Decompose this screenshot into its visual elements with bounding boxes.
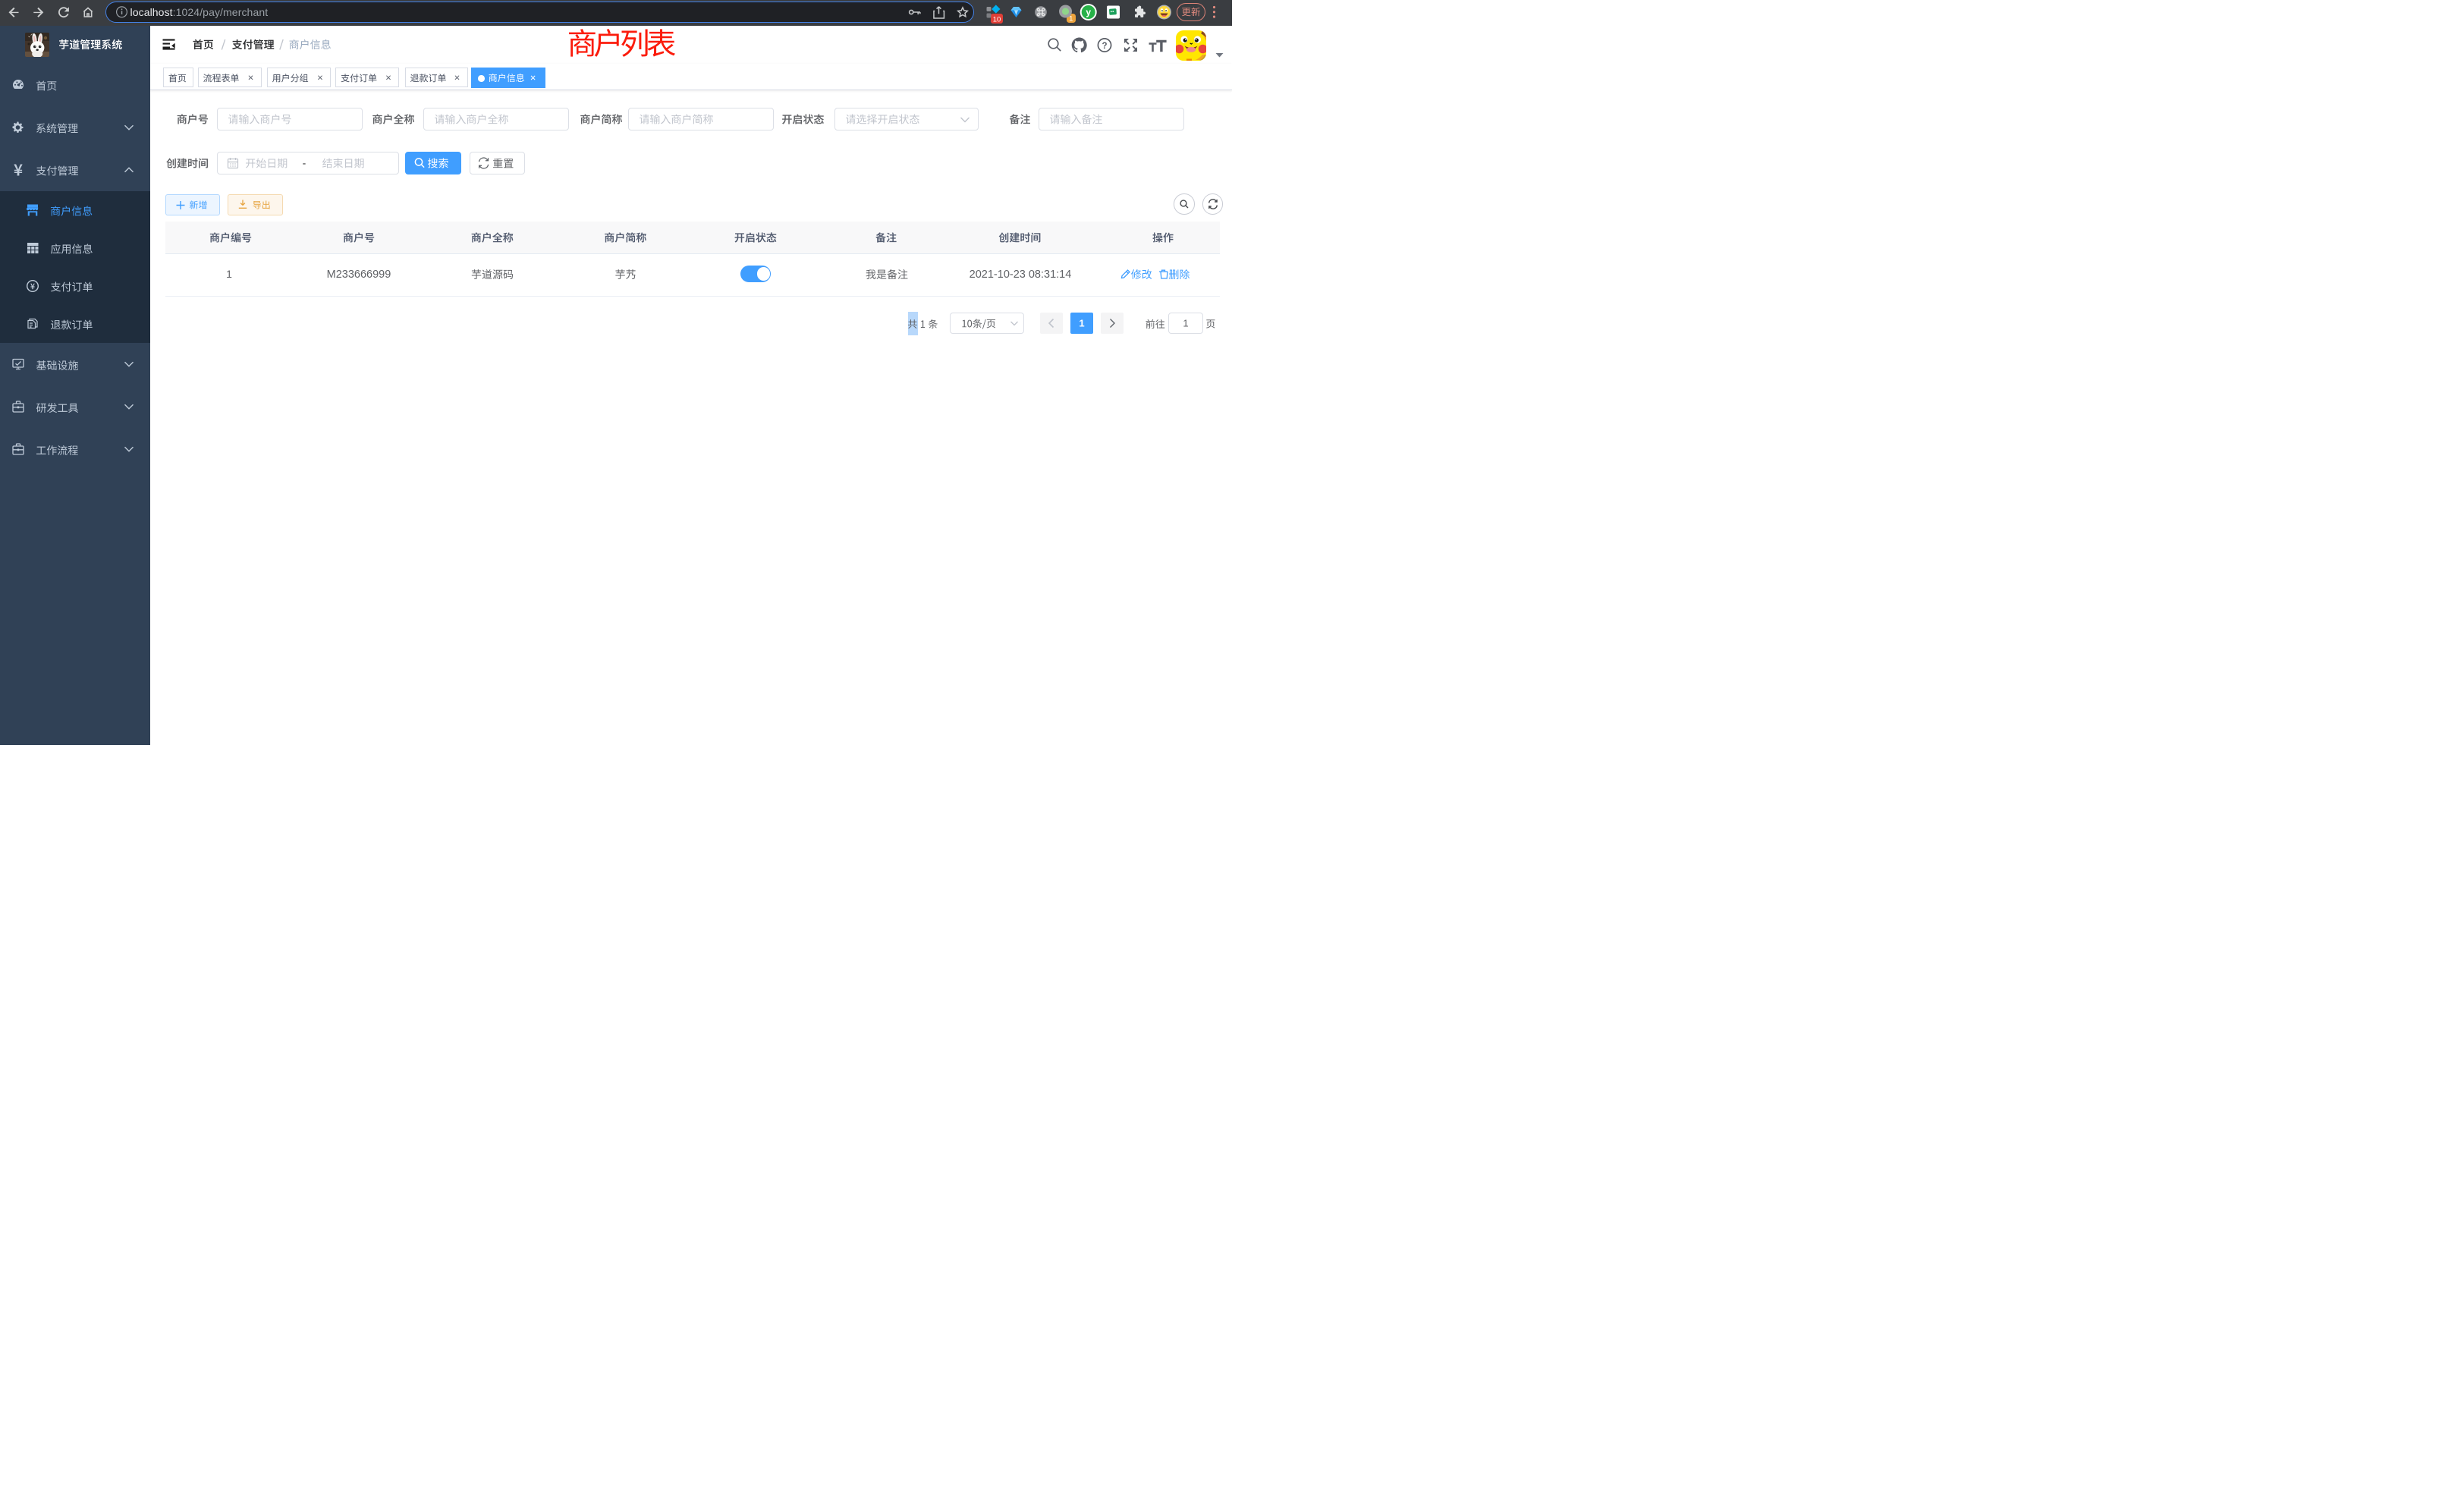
svg-text:2021-10-23 08:31:14: 2021-10-23 08:31:14	[970, 269, 1072, 281]
svg-text:1: 1	[226, 268, 232, 280]
svg-text:M233666999: M233666999	[327, 269, 391, 281]
